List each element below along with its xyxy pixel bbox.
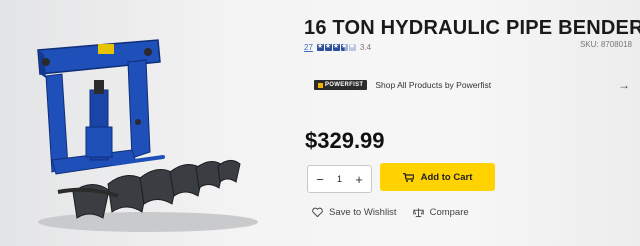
wishlist-label: Save to Wishlist — [329, 207, 397, 218]
secondary-actions: Save to Wishlist Compare — [312, 207, 469, 218]
arrow-right-icon[interactable]: → — [618, 78, 630, 92]
compare-label: Compare — [429, 207, 469, 218]
brand-link-text[interactable]: Shop All Products by Powerfist — [375, 80, 618, 90]
compare-icon — [412, 208, 424, 218]
pipe-bender-illustration — [37, 39, 258, 232]
sku-label: SKU: 8708018 — [579, 40, 632, 49]
rating-row[interactable]: 27 3.4 — [304, 42, 372, 52]
rating-count[interactable]: 27 — [304, 43, 313, 52]
add-to-cart-label: Add to Cart — [420, 171, 473, 183]
rating-value: 3.4 — [359, 43, 372, 52]
brand-link-row[interactable]: POWERFIST Shop All Products by Powerfist… — [314, 78, 630, 92]
qty-increase-button[interactable]: + — [353, 173, 365, 186]
logo-mark-icon — [318, 82, 323, 88]
qty-value[interactable]: 1 — [337, 174, 342, 184]
powerfist-logo: POWERFIST — [314, 80, 368, 90]
star-icon — [340, 42, 348, 51]
save-to-wishlist-link[interactable]: Save to Wishlist — [312, 207, 397, 218]
cart-icon — [402, 172, 414, 182]
star-icon — [316, 42, 324, 51]
compare-link[interactable]: Compare — [412, 207, 469, 218]
product-title: 16 TON HYDRAULIC PIPE BENDER — [304, 17, 640, 39]
star-icon — [332, 42, 340, 51]
product-price: $329.99 — [305, 128, 385, 153]
brand-logo-text: POWERFIST — [325, 82, 364, 88]
rating-stars — [316, 42, 356, 51]
quantity-stepper[interactable]: − 1 + — [307, 165, 372, 193]
star-icon — [348, 42, 356, 51]
product-page: 16 TON HYDRAULIC PIPE BENDER 27 3.4 SKU:… — [0, 0, 640, 246]
heart-icon — [312, 207, 323, 218]
add-to-cart-button[interactable]: Add to Cart — [380, 163, 495, 191]
qty-decrease-button[interactable]: − — [314, 173, 326, 186]
product-image[interactable] — [28, 32, 268, 242]
star-icon — [324, 42, 332, 51]
